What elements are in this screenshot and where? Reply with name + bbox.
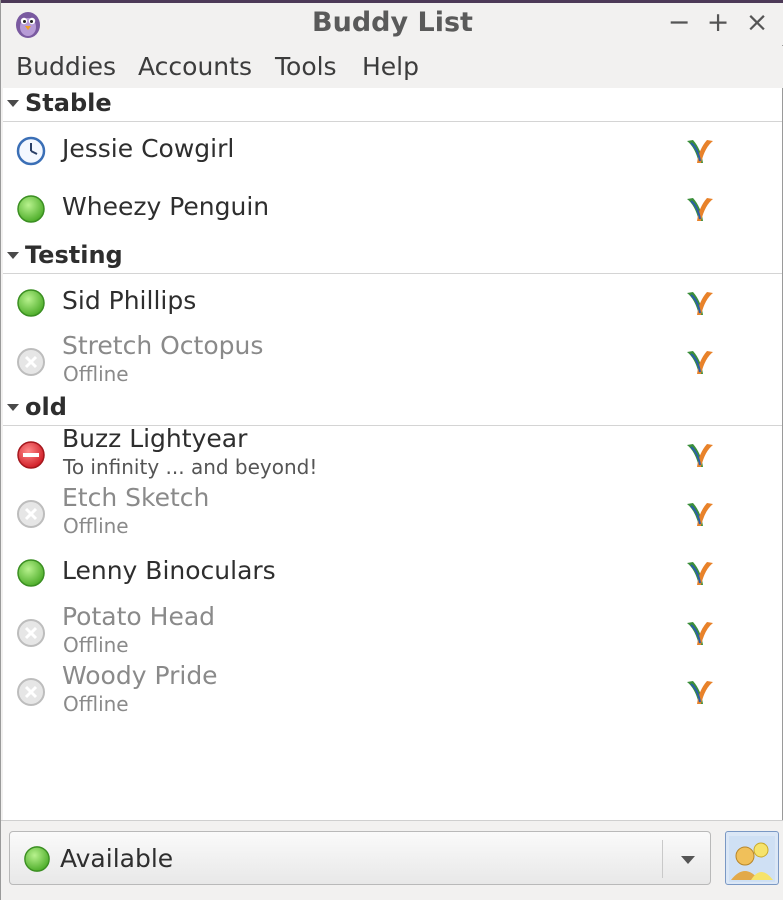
menu-tools[interactable]: Tools <box>275 52 337 81</box>
buddy-name: Potato Head <box>62 602 216 631</box>
expander-arrow-icon[interactable] <box>7 252 19 259</box>
buddy-status-message: To infinity ... and beyond! <box>63 455 318 479</box>
buddy-icon-button[interactable] <box>725 831 779 885</box>
buddy-status-message: Offline <box>63 633 129 657</box>
clock-icon <box>16 136 46 166</box>
buddy-row-buzz-lightyear[interactable]: Buzz Lightyear To infinity ... and beyon… <box>3 424 782 484</box>
group-name: Stable <box>25 89 112 117</box>
buddy-status-message: Offline <box>63 514 129 538</box>
buddy-name: Etch Sketch <box>62 483 210 512</box>
xmpp-protocol-icon <box>687 444 713 467</box>
buddy-name: Buzz Lightyear <box>62 424 248 453</box>
buddy-row-jessie-cowgirl[interactable]: Jessie Cowgirl <box>3 122 782 180</box>
group-name: old <box>25 393 67 421</box>
group-name: Testing <box>25 241 123 269</box>
xmpp-protocol-icon <box>687 292 713 315</box>
buddy-status-message: Offline <box>63 362 129 386</box>
buddy-name: Sid Phillips <box>62 286 197 315</box>
buddy-row-sid-phillips[interactable]: Sid Phillips <box>3 274 782 332</box>
expander-arrow-icon[interactable] <box>7 100 19 107</box>
buddy-status-message: Offline <box>63 692 129 716</box>
dropdown-separator <box>662 840 663 878</box>
available-icon <box>24 846 50 872</box>
xmpp-protocol-icon <box>687 622 713 645</box>
maximize-icon[interactable]: + <box>704 8 732 38</box>
group-header-testing[interactable]: Testing <box>3 240 782 274</box>
close-icon[interactable]: × <box>743 8 771 38</box>
xmpp-protocol-icon <box>687 681 713 704</box>
buddy-list-tree[interactable]: Stable Jessie Cowgirl Wheezy Penguin Tes… <box>3 88 782 820</box>
minimize-icon[interactable]: − <box>665 8 693 38</box>
offline-icon <box>17 348 45 376</box>
menu-buddies[interactable]: Buddies <box>16 52 116 81</box>
menu-bar: Buddies Accounts Tools Help <box>1 46 783 88</box>
status-bar: Available <box>1 820 783 900</box>
offline-icon <box>17 678 45 706</box>
offline-icon <box>17 500 45 528</box>
buddy-name: Lenny Binoculars <box>62 556 276 585</box>
xmpp-protocol-icon <box>687 351 713 374</box>
buddy-name: Woody Pride <box>62 661 218 690</box>
chevron-down-icon[interactable] <box>681 856 695 864</box>
buddy-name: Wheezy Penguin <box>62 192 270 221</box>
available-icon <box>17 195 45 223</box>
available-icon <box>17 289 45 317</box>
offline-icon <box>17 619 45 647</box>
menu-accounts[interactable]: Accounts <box>138 52 252 81</box>
xmpp-protocol-icon <box>687 198 713 221</box>
buddy-list-window: Buddy List − + × Buddies Accounts Tools … <box>0 0 783 900</box>
buddy-row-stretch-octopus[interactable]: Stretch Octopus Offline <box>3 331 782 391</box>
expander-arrow-icon[interactable] <box>7 404 19 411</box>
buddy-row-woody-pride[interactable]: Woody Pride Offline <box>3 661 782 721</box>
available-icon <box>17 559 45 587</box>
xmpp-protocol-icon <box>687 140 713 163</box>
buddy-name: Stretch Octopus <box>62 331 264 360</box>
buddy-row-lenny-binoculars[interactable]: Lenny Binoculars <box>3 544 782 602</box>
status-selector-dropdown[interactable]: Available <box>9 831 711 885</box>
title-bar[interactable]: Buddy List − + × <box>1 3 783 45</box>
xmpp-protocol-icon <box>687 503 713 526</box>
group-header-stable[interactable]: Stable <box>3 88 782 122</box>
buddy-row-etch-sketch[interactable]: Etch Sketch Offline <box>3 483 782 543</box>
buddy-name: Jessie Cowgirl <box>62 134 235 163</box>
group-header-old[interactable]: old <box>3 392 782 426</box>
xmpp-protocol-icon <box>687 562 713 585</box>
buddy-avatar-icon <box>729 836 775 882</box>
buddy-row-potato-head[interactable]: Potato Head Offline <box>3 602 782 662</box>
menu-help[interactable]: Help <box>362 52 419 81</box>
buddy-row-wheezy-penguin[interactable]: Wheezy Penguin <box>3 180 782 238</box>
do-not-disturb-icon <box>17 441 45 469</box>
status-selector-label: Available <box>60 844 174 873</box>
